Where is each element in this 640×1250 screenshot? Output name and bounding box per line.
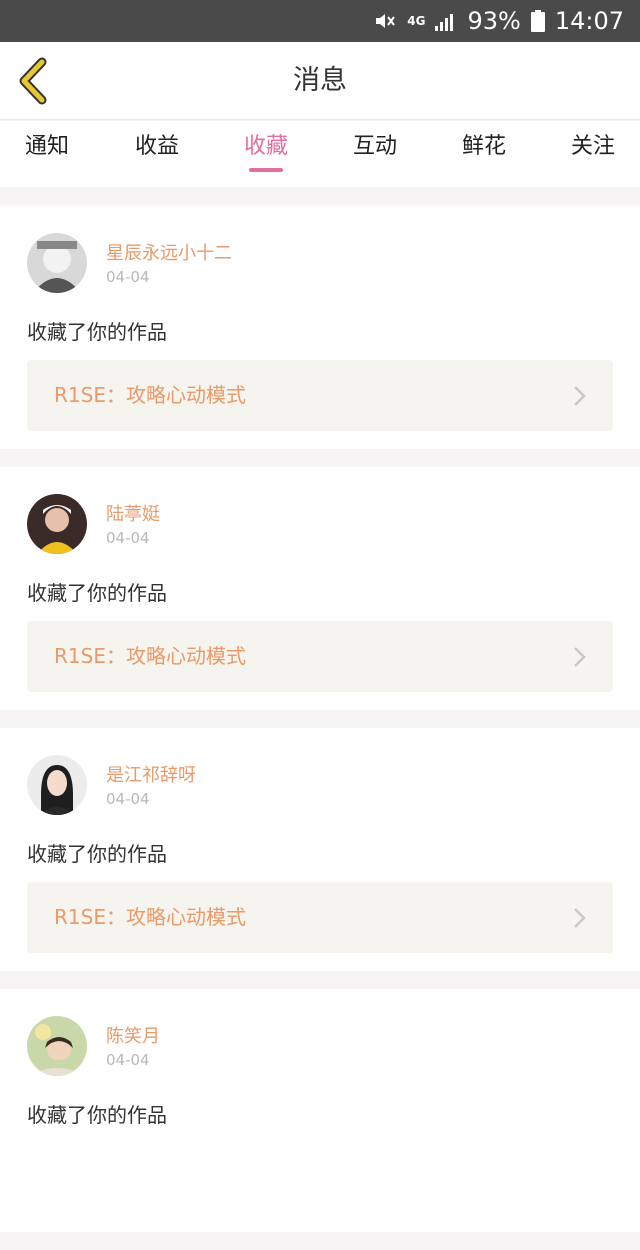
tab-interactions[interactable]: 互动 (330, 121, 420, 187)
avatar[interactable] (27, 233, 87, 293)
tab-label: 鲜花 (461, 134, 506, 159)
message-text: 收藏了你的作品 (27, 1103, 167, 1127)
message-card: 星辰永远小十二 04-04 收藏了你的作品 R1SE：攻略心动模式 (0, 206, 640, 449)
chevron-right-icon (574, 647, 586, 667)
tab-label: 收益 (134, 134, 179, 159)
message-text: 收藏了你的作品 (27, 842, 167, 866)
message-card: 陆葶娗 04-04 收藏了你的作品 R1SE：攻略心动模式 (0, 467, 640, 710)
signal-icon (435, 11, 457, 31)
tab-label: 收藏 (243, 134, 288, 159)
work-title: R1SE：攻略心动模式 (54, 383, 246, 407)
username[interactable]: 是江祁辞呀 (106, 761, 196, 787)
tab-flowers[interactable]: 鲜花 (439, 121, 529, 187)
tab-favorites[interactable]: 收藏 (221, 121, 311, 187)
work-title: R1SE：攻略心动模式 (54, 644, 246, 668)
battery-icon (530, 10, 545, 32)
message-date: 04-04 (106, 529, 150, 547)
header: 消息 (0, 42, 640, 120)
message-card: 是江祁辞呀 04-04 收藏了你的作品 R1SE：攻略心动模式 (0, 728, 640, 971)
tab-earnings[interactable]: 收益 (112, 121, 202, 187)
tab-label: 互动 (352, 134, 397, 159)
status-bar: 4G 93% 14:07 (0, 0, 640, 42)
clock: 14:07 (554, 7, 624, 35)
message-date: 04-04 (106, 268, 150, 286)
message-date: 04-04 (106, 1051, 150, 1069)
work-title: R1SE：攻略心动模式 (54, 905, 246, 929)
mute-icon (373, 9, 397, 33)
avatar[interactable] (27, 494, 87, 554)
work-link[interactable]: R1SE：攻略心动模式 (27, 882, 613, 953)
chevron-right-icon (574, 386, 586, 406)
message-text: 收藏了你的作品 (27, 320, 167, 344)
tab-label: 关注 (570, 134, 615, 159)
battery-percent: 93% (467, 7, 521, 35)
username[interactable]: 陈笑月 (106, 1022, 160, 1048)
tab-following[interactable]: 关注 (548, 121, 638, 187)
avatar[interactable] (27, 755, 87, 815)
message-text: 收藏了你的作品 (27, 581, 167, 605)
tab-bar: 通知 收益 收藏 互动 鲜花 关注 (0, 121, 640, 187)
avatar[interactable] (27, 1016, 87, 1076)
active-tab-indicator (249, 168, 283, 172)
chevron-right-icon (574, 908, 586, 928)
message-card: 陈笑月 04-04 收藏了你的作品 (0, 989, 640, 1232)
message-list: 星辰永远小十二 04-04 收藏了你的作品 R1SE：攻略心动模式 陆葶娗 04… (0, 206, 640, 1250)
message-date: 04-04 (106, 790, 150, 808)
username[interactable]: 星辰永远小十二 (106, 239, 232, 265)
page-title: 消息 (293, 65, 347, 96)
work-link[interactable]: R1SE：攻略心动模式 (27, 621, 613, 692)
tab-notifications[interactable]: 通知 (2, 121, 92, 187)
tab-label: 通知 (24, 134, 69, 159)
network-type: 4G (407, 13, 426, 28)
username[interactable]: 陆葶娗 (106, 500, 160, 526)
work-link[interactable]: R1SE：攻略心动模式 (27, 360, 613, 431)
